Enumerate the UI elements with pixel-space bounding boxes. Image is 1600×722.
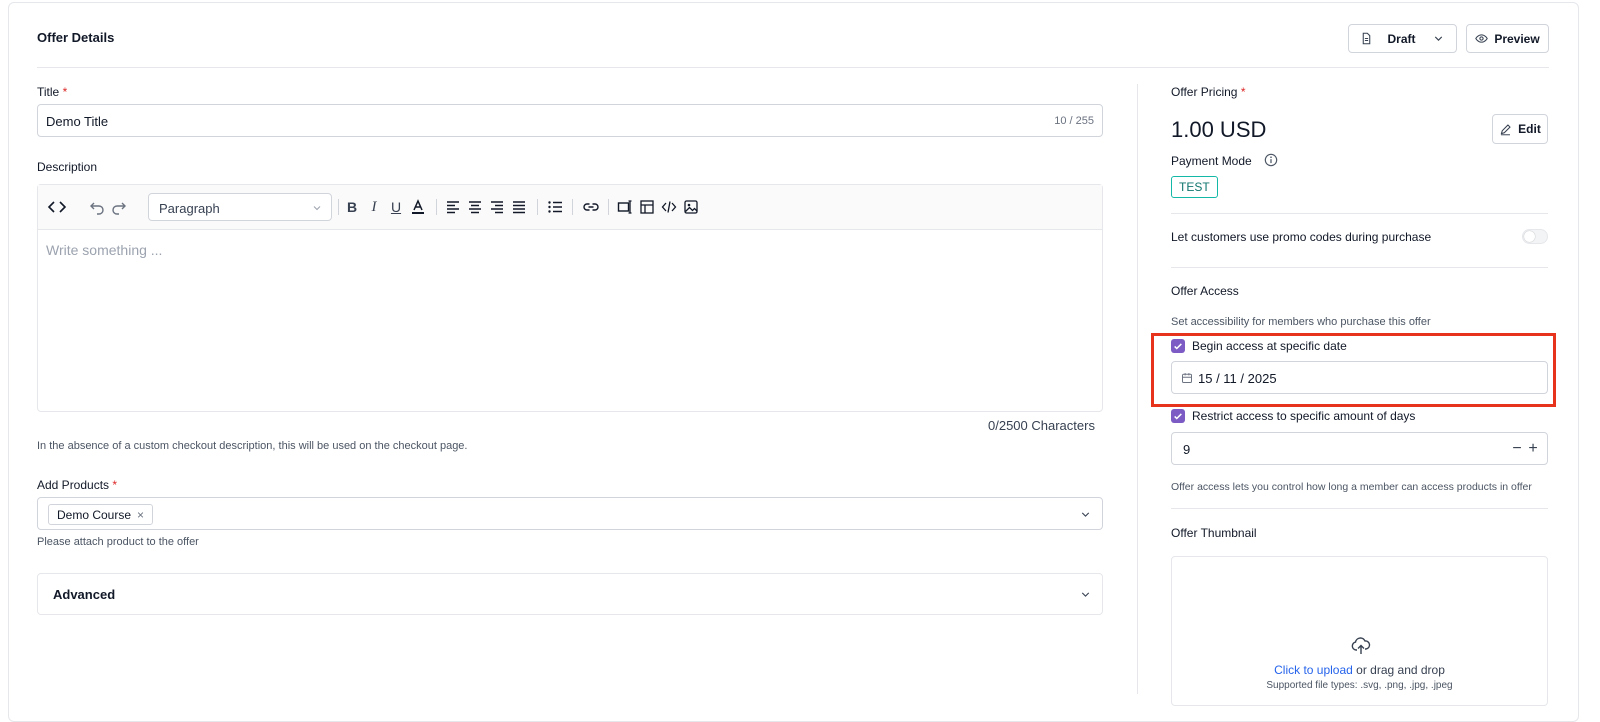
product-chip-label: Demo Course — [57, 507, 132, 522]
draft-status-dropdown[interactable]: Draft — [1348, 24, 1457, 53]
days-stepper[interactable]: 9 − + — [1171, 432, 1548, 465]
calendar-icon — [1182, 373, 1192, 383]
restrict-access-label: Restrict access to specific amount of da… — [1192, 409, 1416, 423]
restrict-access-checkbox[interactable] — [1171, 409, 1185, 423]
preview-label: Preview — [1494, 31, 1540, 46]
block-format-value: Paragraph — [159, 201, 220, 216]
product-chip: Demo Course × — [48, 504, 154, 525]
description-hint: In the absence of a custom checkout desc… — [37, 440, 468, 452]
chevron-down-icon[interactable] — [1079, 508, 1092, 521]
required-mark: * — [62, 85, 68, 99]
pencil-icon — [1500, 123, 1511, 135]
underline-icon[interactable]: U — [387, 198, 405, 216]
offer-header: Offer Details Draft Preview — [37, 0, 1549, 68]
days-value: 9 — [1183, 442, 1191, 457]
thumbnail-dropzone[interactable]: Click to upload or drag and drop Support… — [1171, 556, 1548, 706]
editor-content[interactable]: Write something ... — [46, 242, 162, 258]
pricing-label-text: Offer Pricing — [1171, 85, 1238, 99]
payment-mode-label: Payment Mode — [1171, 154, 1252, 168]
draft-label: Draft — [1387, 31, 1416, 46]
checkmark-icon — [1174, 343, 1182, 350]
chevron-down-icon — [313, 206, 321, 211]
upload-file-types: Supported file types: .svg, .png, .jpg, … — [1266, 680, 1453, 691]
products-label: Add Products * — [37, 478, 117, 492]
upload-instructions: Click to upload or drag and drop — [1172, 663, 1547, 677]
description-editor: Paragraph B I U Write something ... — [37, 184, 1103, 412]
link-icon[interactable] — [582, 198, 600, 216]
upload-cloud-icon — [1351, 637, 1371, 654]
toolbar-divider — [338, 199, 339, 215]
checkmark-icon — [1174, 413, 1182, 420]
products-label-text: Add Products — [37, 478, 110, 492]
description-char-count: 0/2500 Characters — [988, 418, 1095, 433]
title-input[interactable]: Demo Title 10 / 255 — [37, 104, 1103, 137]
undo-icon[interactable] — [88, 198, 106, 216]
increment-button[interactable]: + — [1524, 439, 1542, 459]
block-format-select[interactable]: Paragraph — [148, 193, 332, 221]
description-label: Description — [37, 160, 98, 174]
title-label: Title * — [37, 85, 67, 99]
products-hint: Please attach product to the offer — [37, 536, 199, 548]
click-to-upload-link[interactable]: Click to upload — [1274, 663, 1353, 677]
remove-chip-icon[interactable]: × — [137, 508, 144, 522]
toggle-knob — [1524, 231, 1535, 242]
text-color-icon[interactable] — [409, 198, 427, 216]
payment-mode-badge: TEST — [1171, 176, 1218, 198]
image-icon[interactable] — [682, 198, 700, 216]
begin-date-value: 15 / 11 / 2025 — [1198, 371, 1277, 386]
access-hint: Offer access lets you control how long a… — [1171, 481, 1532, 493]
align-right-icon[interactable] — [488, 198, 506, 216]
edit-label: Edit — [1518, 122, 1541, 136]
pricing-label: Offer Pricing * — [1171, 85, 1245, 99]
begin-date-input[interactable]: 15 / 11 / 2025 — [1171, 361, 1548, 394]
title-value: Demo Title — [46, 114, 109, 129]
advanced-accordion[interactable]: Advanced — [37, 573, 1103, 615]
access-subtitle: Set accessibility for members who purcha… — [1171, 316, 1431, 328]
code-block-icon[interactable] — [660, 198, 678, 216]
offer-price: 1.00 USD — [1171, 117, 1267, 142]
editor-toolbar: Paragraph B I U — [38, 185, 1102, 230]
title-char-count: 10 / 255 — [1054, 115, 1094, 127]
promo-toggle[interactable] — [1522, 229, 1548, 244]
chevron-down-icon — [1081, 592, 1090, 597]
embed-icon[interactable] — [616, 198, 634, 216]
italic-icon[interactable]: I — [365, 198, 383, 216]
begin-access-label: Begin access at specific date — [1192, 339, 1347, 353]
align-left-icon[interactable] — [444, 198, 462, 216]
page-title: Offer Details — [37, 30, 115, 45]
bullet-list-icon[interactable] — [546, 198, 564, 216]
toolbar-divider — [436, 199, 437, 215]
column-divider — [1137, 84, 1138, 694]
edit-pricing-button[interactable]: Edit — [1492, 114, 1548, 144]
promo-label: Let customers use promo codes during pur… — [1171, 230, 1432, 244]
chevron-down-icon — [1434, 36, 1442, 41]
info-icon[interactable] — [1264, 153, 1278, 167]
required-mark: * — [1240, 85, 1246, 99]
products-select[interactable]: Demo Course × — [37, 497, 1103, 530]
source-code-icon[interactable] — [46, 198, 68, 216]
eye-icon — [1475, 34, 1489, 43]
toolbar-divider — [572, 199, 573, 215]
begin-access-checkbox[interactable] — [1171, 339, 1185, 353]
section-divider — [1171, 267, 1548, 268]
align-center-icon[interactable] — [466, 198, 484, 216]
toolbar-divider — [537, 199, 538, 215]
section-divider — [1171, 508, 1548, 509]
advanced-label: Advanced — [53, 587, 116, 602]
bold-icon[interactable]: B — [343, 198, 361, 216]
preview-button[interactable]: Preview — [1466, 24, 1549, 53]
upload-rest-text: or drag and drop — [1352, 663, 1445, 677]
document-icon — [1363, 32, 1371, 45]
title-label-text: Title — [37, 85, 60, 99]
redo-icon[interactable] — [110, 198, 128, 216]
align-justify-icon[interactable] — [510, 198, 528, 216]
section-divider — [1171, 213, 1548, 214]
required-mark: * — [112, 478, 118, 492]
access-title: Offer Access — [1171, 284, 1239, 298]
table-icon[interactable] — [638, 198, 656, 216]
toolbar-divider — [608, 199, 609, 215]
thumbnail-label: Offer Thumbnail — [1171, 526, 1257, 540]
